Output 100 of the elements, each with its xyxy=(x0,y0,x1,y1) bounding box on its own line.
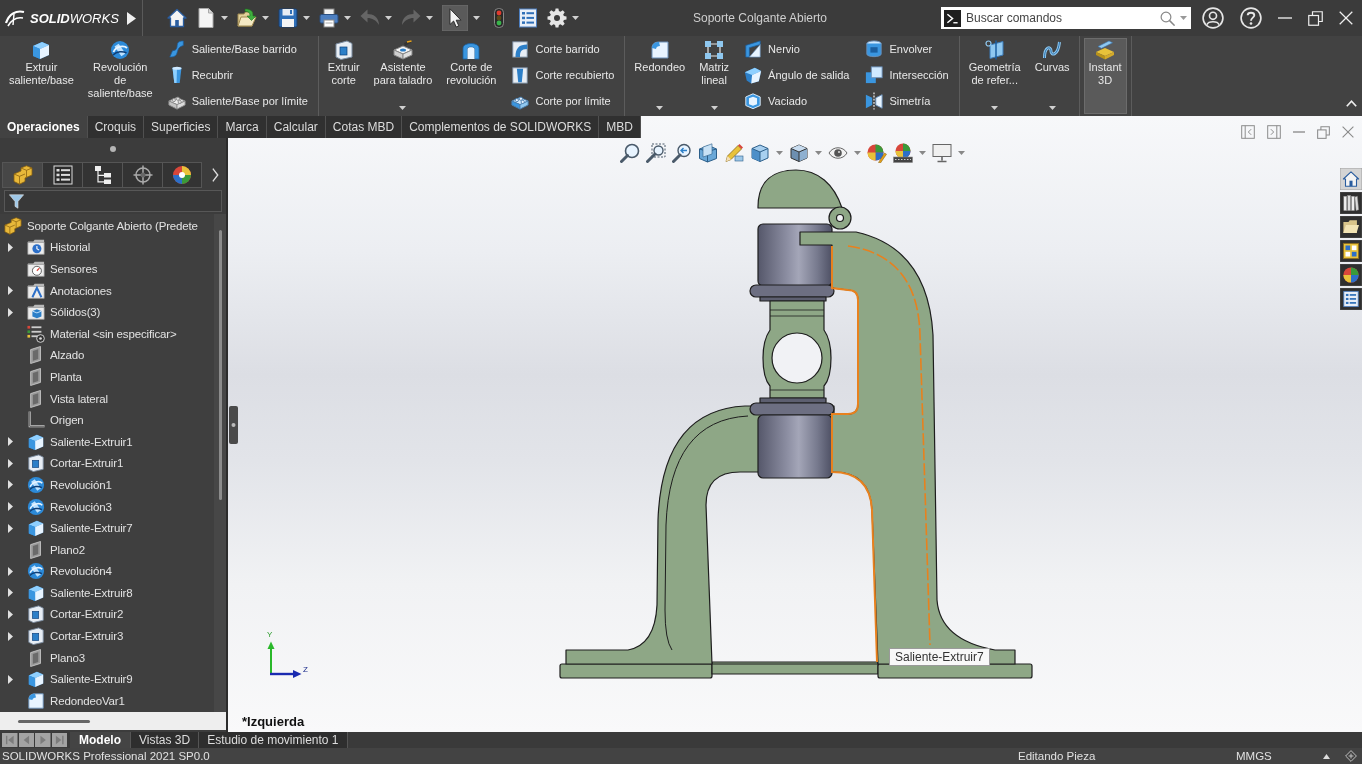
caret-icon[interactable] xyxy=(262,16,269,20)
ribbon-button[interactable]: Vaciado xyxy=(740,88,854,114)
folder-arrow-icon[interactable] xyxy=(237,8,257,28)
cursor-arrow-icon[interactable] xyxy=(442,5,468,31)
panel-tab[interactable] xyxy=(122,162,162,188)
monitor-icon[interactable] xyxy=(932,143,952,163)
magnifier-arrow-icon[interactable] xyxy=(672,143,692,163)
tree-item[interactable]: Saliente-Extruir7 xyxy=(0,517,133,539)
ribbon-button[interactable]: Intersección xyxy=(861,62,953,88)
expand-arrow-icon[interactable] xyxy=(8,566,13,576)
color-ball-scene-icon[interactable] xyxy=(893,143,913,163)
caret-icon[interactable] xyxy=(344,16,351,20)
expand-arrow-icon[interactable] xyxy=(8,437,13,447)
home-icon[interactable] xyxy=(167,8,187,28)
panel-tab[interactable] xyxy=(82,162,122,188)
grid-tiles-icon[interactable] xyxy=(1340,240,1362,262)
ribbon-button[interactable]: Geometría de refer... xyxy=(963,38,1026,114)
ribbon-button[interactable]: Saliente/Base por límite xyxy=(163,88,312,114)
chevron-right-icon[interactable] xyxy=(211,168,220,182)
model-tab[interactable]: Modelo xyxy=(70,732,131,748)
expand-arrow-icon[interactable] xyxy=(8,674,13,684)
tree-item[interactable]: Alzado xyxy=(0,344,85,367)
caret-icon[interactable] xyxy=(815,151,822,155)
ribbon-button[interactable]: Extruir saliente/base xyxy=(4,38,79,114)
vertical-scrollbar[interactable] xyxy=(214,214,226,712)
tree-item[interactable]: Revolución4 xyxy=(0,560,112,583)
new-document-icon[interactable] xyxy=(196,8,216,28)
ribbon-button[interactable]: Nervio xyxy=(740,36,854,62)
folder-icon[interactable] xyxy=(1340,216,1362,238)
books-icon[interactable] xyxy=(1340,192,1362,214)
home-icon[interactable] xyxy=(1340,168,1362,190)
command-tab[interactable]: Operaciones xyxy=(0,116,88,138)
section-cube-icon[interactable] xyxy=(698,143,718,163)
tree-item[interactable]: Vista lateral xyxy=(0,387,108,410)
tree-item[interactable]: Plano2 xyxy=(0,538,85,561)
expand-arrow-icon[interactable] xyxy=(8,502,13,511)
expand-arrow-icon[interactable] xyxy=(8,307,13,317)
unit-system[interactable]: MMGS xyxy=(1236,750,1312,762)
tree-item[interactable]: Saliente-Extruir8 xyxy=(0,582,133,604)
caret-up-icon[interactable] xyxy=(1346,100,1357,107)
caret-icon[interactable] xyxy=(991,106,999,110)
splitter-handle[interactable] xyxy=(228,406,238,444)
ribbon-button[interactable]: Envolver xyxy=(861,36,953,62)
ribbon-button[interactable]: Recubrir xyxy=(163,62,312,88)
tree-item[interactable]: Cortar-Extruir1 xyxy=(0,452,124,475)
tree-item[interactable]: Sólidos(3) xyxy=(0,301,101,323)
ribbon-button[interactable]: Corte recubierto xyxy=(507,62,619,88)
caret-icon[interactable] xyxy=(854,151,861,155)
shaded-cube-icon[interactable] xyxy=(789,143,809,163)
caret-icon[interactable] xyxy=(473,16,480,20)
caret-icon[interactable] xyxy=(221,16,228,20)
expand-arrow-icon[interactable] xyxy=(8,480,13,490)
tree-item[interactable]: Saliente-Extruir1 xyxy=(0,430,133,453)
expand-arrow-icon[interactable] xyxy=(8,523,13,533)
tree-item[interactable]: Historial xyxy=(0,236,91,259)
search-bar[interactable]: Buscar comandos xyxy=(941,7,1191,29)
panel-tab[interactable] xyxy=(162,162,202,188)
ribbon-button[interactable]: Extruir corte xyxy=(322,38,365,114)
filter-field[interactable] xyxy=(4,190,222,212)
color-ball-pencil-icon[interactable] xyxy=(867,143,887,163)
caret-icon[interactable] xyxy=(656,106,664,110)
caret-icon[interactable] xyxy=(776,151,783,155)
caret-up-icon[interactable] xyxy=(1322,753,1330,759)
caret-icon[interactable] xyxy=(572,16,579,20)
help-icon[interactable] xyxy=(1240,7,1262,29)
search-icon[interactable] xyxy=(1160,10,1175,26)
expand-arrow-icon[interactable] xyxy=(8,610,13,619)
printer-icon[interactable] xyxy=(319,8,339,28)
list-icon[interactable] xyxy=(518,8,538,28)
tree-item[interactable]: Sensores xyxy=(0,258,98,280)
panel-tab[interactable] xyxy=(42,162,82,188)
caret-icon[interactable] xyxy=(710,106,718,110)
ribbon-button[interactable]: Instant 3D xyxy=(1083,38,1127,114)
tree-item[interactable]: Planta xyxy=(0,366,82,388)
expand-arrow-icon[interactable] xyxy=(8,631,13,641)
pencil-icon[interactable] xyxy=(724,143,744,163)
ribbon-button[interactable]: Simetría xyxy=(861,88,953,114)
magnifier-frame-icon[interactable] xyxy=(646,143,666,163)
caret-icon[interactable] xyxy=(303,16,310,20)
list-icon[interactable] xyxy=(1340,288,1362,310)
ribbon-button[interactable]: Saliente/Base barrido xyxy=(163,36,312,62)
ribbon-button[interactable]: Revolución de saliente/base xyxy=(82,38,158,114)
expand-arrow-icon[interactable] xyxy=(8,458,13,468)
tree-item[interactable]: Material <sin especificar> xyxy=(0,322,177,345)
expand-arrow-icon[interactable] xyxy=(8,242,13,252)
expand-arrow-icon[interactable] xyxy=(8,286,13,296)
restore-icon[interactable] xyxy=(1308,10,1323,26)
horizontal-scrollbar[interactable] xyxy=(0,712,226,730)
tree-item[interactable]: Revolución1 xyxy=(0,474,112,496)
caret-icon[interactable] xyxy=(1048,106,1056,110)
tree-item[interactable]: Cortar-Extruir2 xyxy=(0,603,124,626)
ribbon-button[interactable]: Corte barrido xyxy=(507,36,619,62)
panel-tab[interactable] xyxy=(2,162,42,188)
tree-item[interactable]: Cortar-Extruir3 xyxy=(0,625,124,647)
tree-item[interactable]: Soporte Colgante Abierto (Predete xyxy=(0,215,198,237)
expand-arrow-icon[interactable] xyxy=(8,588,13,598)
tree-item[interactable]: RedondeoVar1 xyxy=(0,690,125,712)
ribbon-button[interactable]: Redondeo xyxy=(629,38,691,114)
tree-item[interactable]: Saliente-Extruir9 xyxy=(0,668,133,691)
ribbon-button[interactable]: Corte por límite xyxy=(507,88,619,114)
